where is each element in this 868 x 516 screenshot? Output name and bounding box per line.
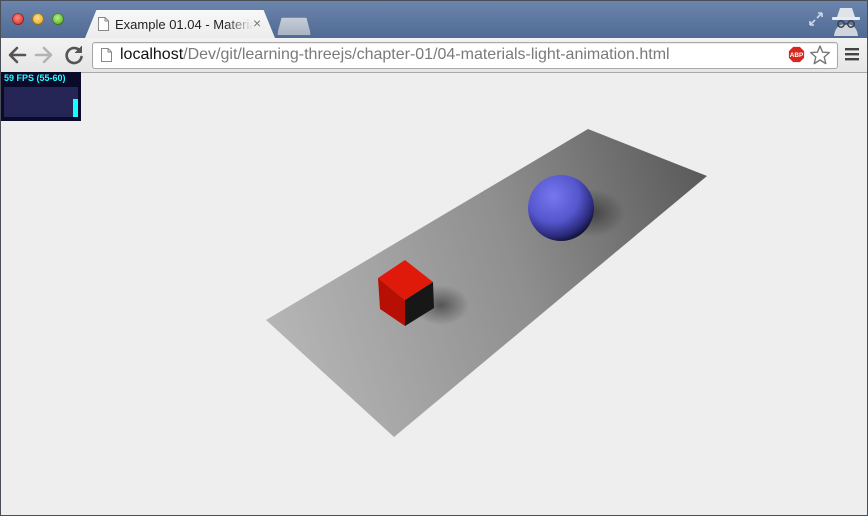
back-arrow-icon[interactable] xyxy=(5,43,29,67)
minimize-window-button[interactable] xyxy=(32,13,44,25)
incognito-icon xyxy=(832,8,860,36)
browser-toolbar: localhost/Dev/git/learning-threejs/chapt… xyxy=(1,38,867,73)
bookmark-star-icon[interactable] xyxy=(809,44,831,66)
blue-sphere xyxy=(528,175,594,241)
tab-title: Example 01.04 - Materials, light and ani… xyxy=(115,17,253,32)
zoom-window-button[interactable] xyxy=(52,13,64,25)
adblock-icon[interactable]: ABP xyxy=(788,46,805,63)
webgl-scene[interactable] xyxy=(1,73,867,515)
new-tab-button[interactable] xyxy=(277,17,311,35)
browser-window: Example 01.04 - Materials, light and ani… xyxy=(0,0,868,516)
close-window-button[interactable] xyxy=(12,13,24,25)
url-host: localhost xyxy=(120,46,184,63)
reload-icon[interactable] xyxy=(62,43,86,67)
tab-active[interactable]: Example 01.04 - Materials, light and ani… xyxy=(85,10,275,38)
hamburger-menu-icon[interactable] xyxy=(844,46,860,62)
url-path: /Dev/git/learning-threejs/chapter-01/04-… xyxy=(183,46,670,63)
forward-arrow-icon[interactable] xyxy=(32,43,56,67)
fullscreen-icon[interactable] xyxy=(807,10,825,28)
url-text[interactable]: localhost/Dev/git/learning-threejs/chapt… xyxy=(120,46,670,64)
adblock-label: ABP xyxy=(790,52,804,59)
title-bar: Example 01.04 - Materials, light and ani… xyxy=(1,1,867,38)
ground-plane xyxy=(266,129,707,437)
tab-close-button[interactable]: × xyxy=(253,15,261,31)
address-bar[interactable]: localhost/Dev/git/learning-threejs/chapt… xyxy=(92,42,838,69)
page-icon xyxy=(101,48,112,62)
document-icon xyxy=(98,17,109,31)
